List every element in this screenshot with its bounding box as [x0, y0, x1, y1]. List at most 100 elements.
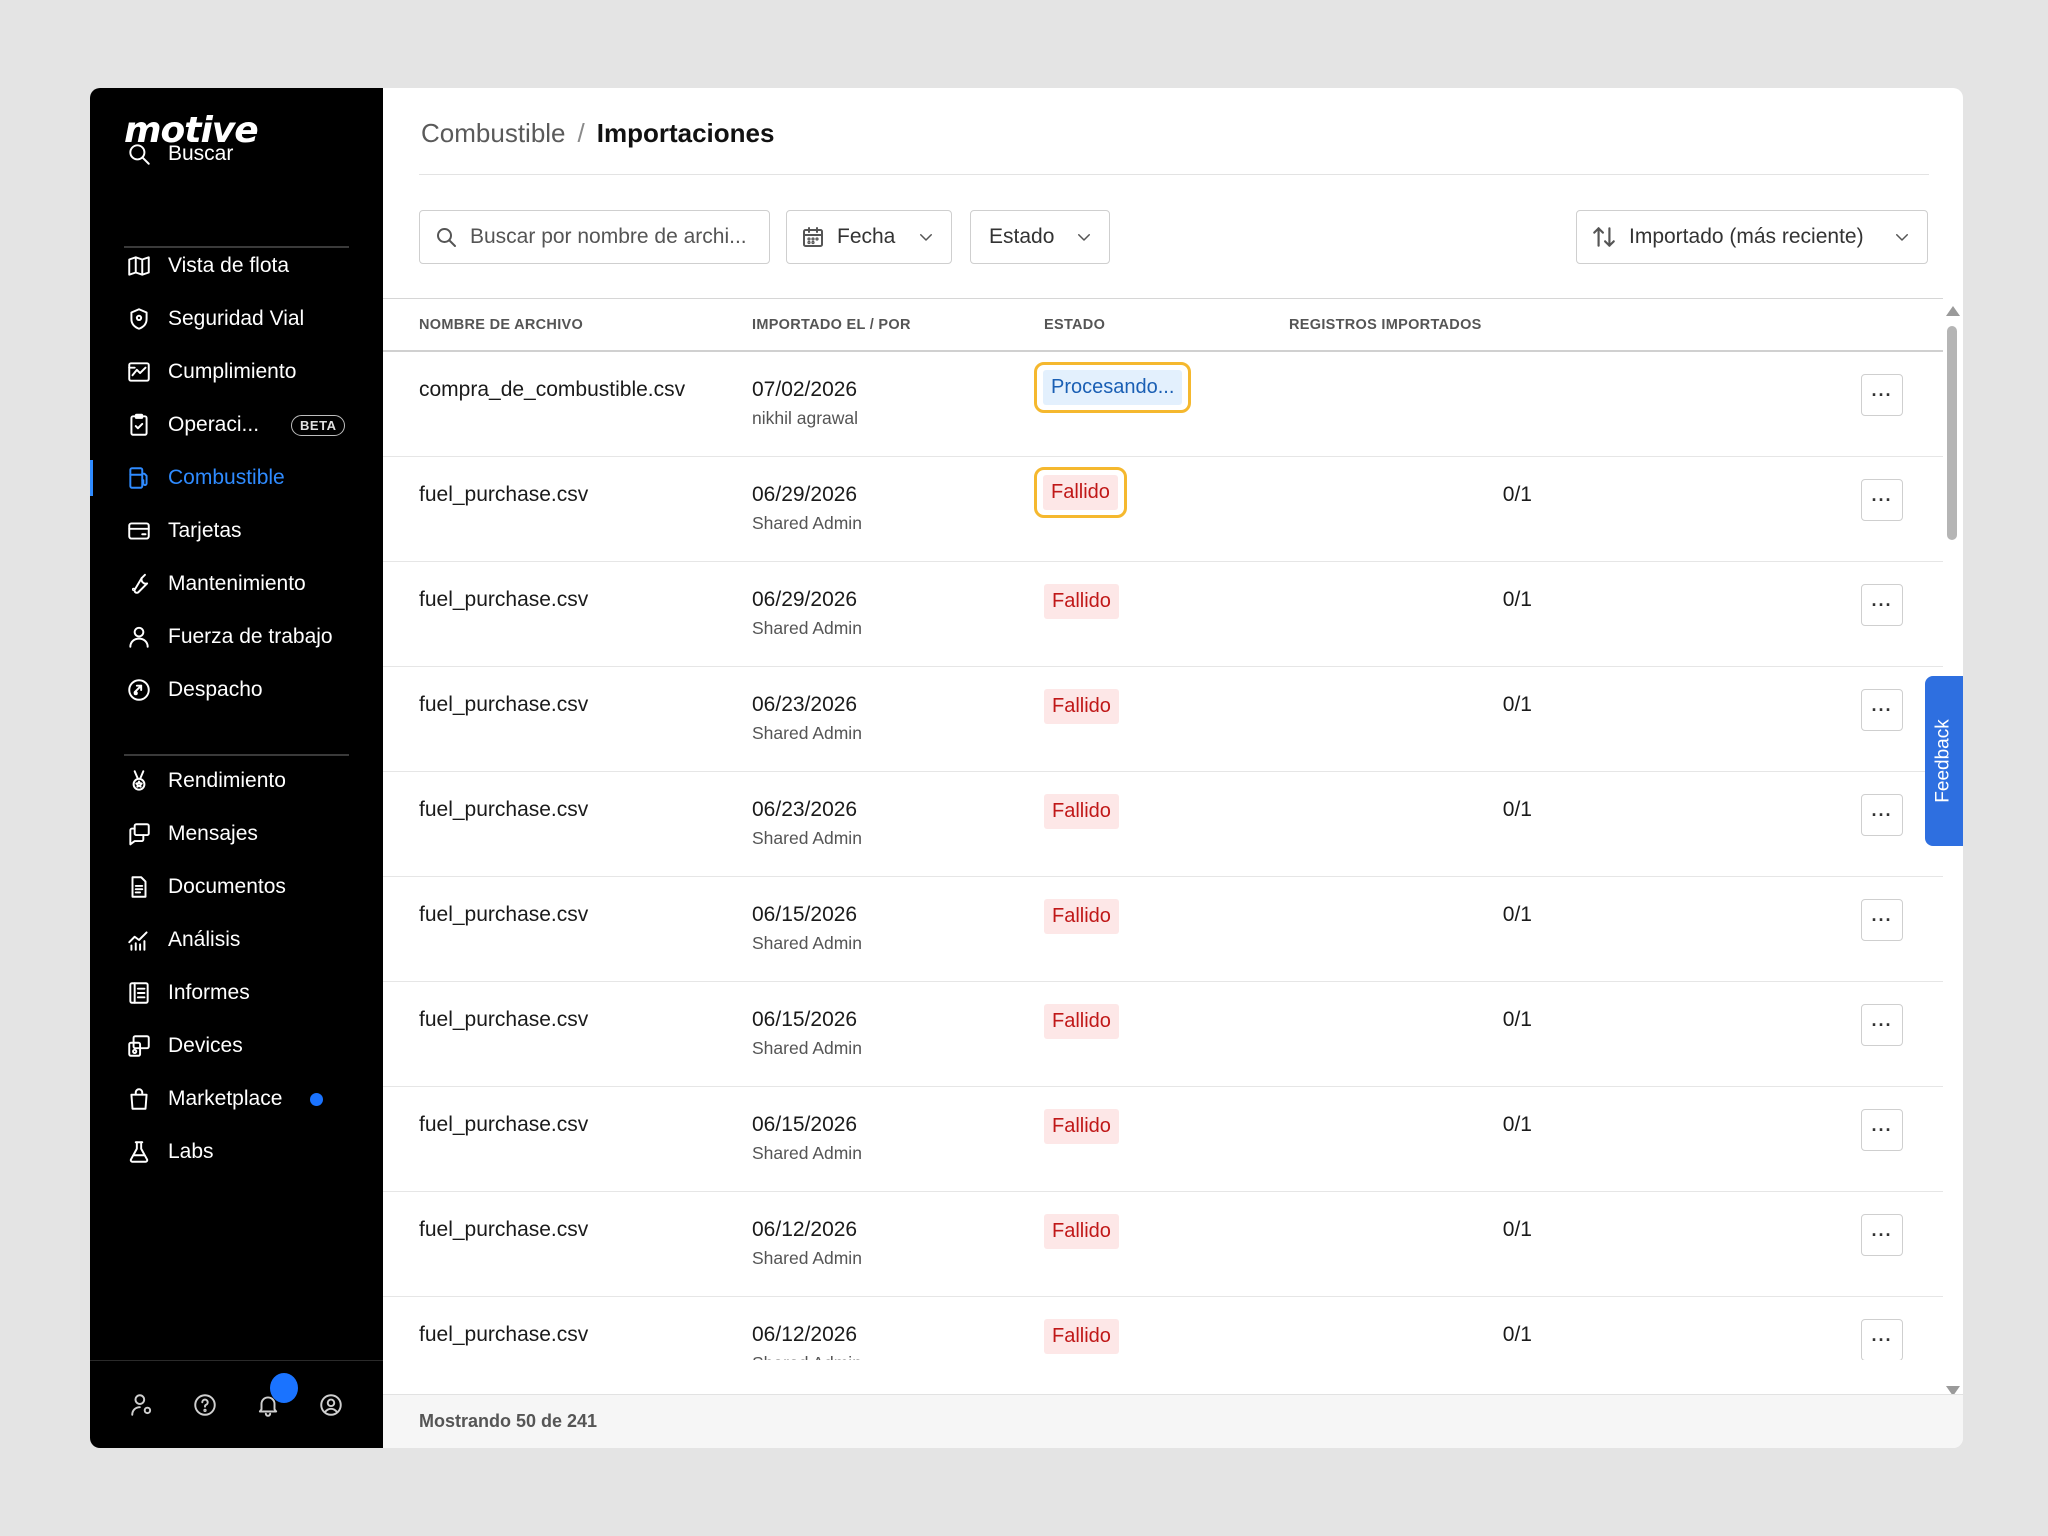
- row-more-actions-button[interactable]: ···: [1861, 1319, 1903, 1360]
- sidebar-item-combustible[interactable]: Combustible: [90, 456, 383, 500]
- import-date: 07/02/2026: [752, 378, 858, 401]
- status-badge: Fallido: [1044, 1319, 1119, 1354]
- row-more-actions-button[interactable]: ···: [1861, 689, 1903, 731]
- status-highlight-outline: Procesando...: [1034, 362, 1192, 413]
- sidebar-item-rendimiento[interactable]: Rendimiento: [90, 759, 383, 803]
- sidebar-item-despacho[interactable]: Despacho: [90, 668, 383, 712]
- sidebar-item-label: Tarjetas: [168, 519, 242, 542]
- file-name: compra_de_combustible.csv: [419, 378, 686, 401]
- sidebar-item-mantenimiento[interactable]: Mantenimiento: [90, 562, 383, 606]
- row-more-actions-button[interactable]: ···: [1861, 1214, 1903, 1256]
- table-row[interactable]: fuel_purchase.csv 06/15/2026 Shared Admin F…: [383, 1087, 1943, 1192]
- row-more-actions-button[interactable]: ···: [1861, 1109, 1903, 1151]
- account-icon[interactable]: [315, 1389, 347, 1421]
- user-settings-icon[interactable]: [126, 1389, 158, 1421]
- sidebar-item-label: Mensajes: [168, 822, 258, 845]
- table-row[interactable]: fuel_purchase.csv 06/29/2026 Shared Admin F…: [383, 562, 1943, 667]
- imported-by: Shared Admin: [752, 1143, 862, 1163]
- row-more-actions-button[interactable]: ···: [1861, 899, 1903, 941]
- sidebar-item-labs[interactable]: Labs: [90, 1130, 383, 1174]
- breadcrumb-parent[interactable]: Combustible: [421, 118, 566, 149]
- import-date: 06/23/2026: [752, 693, 858, 716]
- sidebar-item-devices[interactable]: Devices: [90, 1024, 383, 1068]
- sidebar-item-fuerza-de-trabajo[interactable]: Fuerza de trabajo: [90, 615, 383, 659]
- table-row[interactable]: fuel_purchase.csv 06/23/2026 Shared Admin F…: [383, 667, 1943, 772]
- import-date: 06/15/2026: [752, 1008, 858, 1031]
- table-row[interactable]: fuel_purchase.csv 06/12/2026 Shared Admin F…: [383, 1192, 1943, 1297]
- table-row[interactable]: fuel_purchase.csv 06/15/2026 Shared Admin F…: [383, 982, 1943, 1087]
- import-date: 06/12/2026: [752, 1218, 858, 1241]
- status-filter-dropdown[interactable]: Estado: [970, 210, 1110, 264]
- sidebar-item-mensajes[interactable]: Mensajes: [90, 812, 383, 856]
- sidebar-item-vista-de-flota[interactable]: Vista de flota: [90, 244, 383, 288]
- sidebar-item-operaci[interactable]: Operaci... BETA: [90, 403, 383, 447]
- scrollbar-thumb[interactable]: [1947, 326, 1957, 540]
- sidebar-item-label: Documentos: [168, 875, 286, 898]
- search-field[interactable]: [419, 210, 770, 264]
- status-highlight-outline: Fallido: [1034, 467, 1127, 518]
- status-cell: Fallido: [1044, 1109, 1119, 1144]
- status-badge: Fallido: [1044, 689, 1119, 724]
- sidebar-item-cumplimiento[interactable]: Cumplimiento: [90, 350, 383, 394]
- column-header-records[interactable]: REGISTROS IMPORTADOS: [1289, 317, 1482, 333]
- devices-icon: [124, 1031, 154, 1061]
- sidebar-item-label: Cumplimiento: [168, 360, 297, 383]
- status-cell: Fallido: [1034, 467, 1127, 518]
- column-header-status[interactable]: ESTADO: [1044, 317, 1105, 333]
- status-badge: Fallido: [1043, 475, 1118, 510]
- app-window: motive Buscar Vista de flota Seguridad Vi…: [90, 88, 1963, 1448]
- file-name: fuel_purchase.csv: [419, 1113, 589, 1136]
- date-filter-label: Fecha: [837, 225, 896, 248]
- header-divider: [419, 174, 1929, 175]
- imported-by: Shared Admin: [752, 618, 862, 638]
- import-date: 06/15/2026: [752, 903, 858, 926]
- sidebar-item-análisis[interactable]: Análisis: [90, 918, 383, 962]
- table-row[interactable]: compra_de_combustible.csv 07/02/2026 nikhi…: [383, 352, 1943, 457]
- sidebar-item-label: Seguridad Vial: [168, 307, 305, 330]
- imported-by: Shared Admin: [752, 513, 862, 533]
- table-row[interactable]: fuel_purchase.csv 06/29/2026 Shared Admin F…: [383, 457, 1943, 562]
- bell-icon[interactable]: [252, 1372, 299, 1421]
- status-badge: Fallido: [1044, 899, 1119, 934]
- sidebar-item-label: Labs: [168, 1140, 214, 1163]
- sidebar-item-tarjetas[interactable]: Tarjetas: [90, 509, 383, 553]
- row-more-actions-button[interactable]: ···: [1861, 1004, 1903, 1046]
- records-imported: 0/1: [1502, 588, 1532, 611]
- column-header-file[interactable]: NOMBRE DE ARCHIVO: [419, 317, 583, 333]
- sidebar-search[interactable]: Buscar: [90, 132, 383, 176]
- records-imported: 0/1: [1502, 483, 1532, 506]
- records-imported: 0/1: [1502, 1218, 1532, 1241]
- table-row[interactable]: fuel_purchase.csv 06/15/2026 Shared Admin F…: [383, 877, 1943, 982]
- row-more-actions-button[interactable]: ···: [1861, 584, 1903, 626]
- date-filter-dropdown[interactable]: Fecha: [786, 210, 952, 264]
- reports-icon: [124, 978, 154, 1008]
- flask-icon: [124, 1137, 154, 1167]
- table-row[interactable]: fuel_purchase.csv 06/12/2026 Shared Admin F…: [383, 1297, 1943, 1360]
- file-name: fuel_purchase.csv: [419, 588, 589, 611]
- feedback-tab[interactable]: Feedback: [1925, 676, 1963, 846]
- bag-icon: [124, 1084, 154, 1114]
- import-date: 06/23/2026: [752, 798, 858, 821]
- status-cell: Fallido: [1044, 1004, 1119, 1039]
- sidebar: motive Buscar Vista de flota Seguridad Vi…: [90, 88, 383, 1448]
- sidebar-item-seguridad-vial[interactable]: Seguridad Vial: [90, 297, 383, 341]
- search-input[interactable]: [470, 225, 760, 249]
- sidebar-item-label: Devices: [168, 1034, 243, 1057]
- scroll-up-arrow[interactable]: [1946, 306, 1960, 316]
- table-scrollbar[interactable]: [1945, 306, 1960, 1396]
- sort-dropdown[interactable]: Importado (más reciente): [1576, 210, 1928, 264]
- row-more-actions-button[interactable]: ···: [1861, 374, 1903, 416]
- sidebar-item-documentos[interactable]: Documentos: [90, 865, 383, 909]
- row-more-actions-button[interactable]: ···: [1861, 479, 1903, 521]
- sidebar-item-label: Fuerza de trabajo: [168, 625, 333, 648]
- sidebar-item-label: Mantenimiento: [168, 572, 306, 595]
- compliance-chart-icon: [124, 357, 154, 387]
- file-name: fuel_purchase.csv: [419, 798, 589, 821]
- row-more-actions-button[interactable]: ···: [1861, 794, 1903, 836]
- sidebar-item-marketplace[interactable]: Marketplace: [90, 1077, 383, 1121]
- table-row[interactable]: fuel_purchase.csv 06/23/2026 Shared Admin F…: [383, 772, 1943, 877]
- sidebar-item-informes[interactable]: Informes: [90, 971, 383, 1015]
- help-icon[interactable]: [189, 1389, 221, 1421]
- sidebar-item-label: Vista de flota: [168, 254, 290, 277]
- column-header-imported[interactable]: IMPORTADO EL / POR: [752, 317, 911, 333]
